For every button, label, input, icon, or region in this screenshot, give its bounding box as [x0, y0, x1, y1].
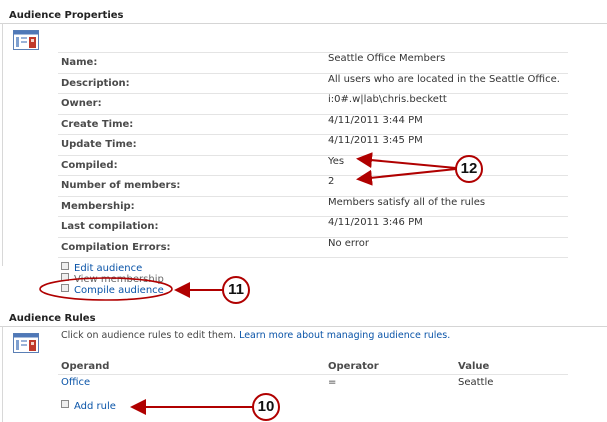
- callout-10: 10: [252, 393, 280, 421]
- callout-11: 11: [222, 276, 250, 304]
- compile-highlight-ellipse: [39, 277, 173, 301]
- callout-12: 12: [455, 155, 483, 183]
- arrow-12-compiled: [356, 152, 457, 169]
- arrow-12-members: [356, 168, 457, 186]
- annotation-overlay: [39, 152, 457, 415]
